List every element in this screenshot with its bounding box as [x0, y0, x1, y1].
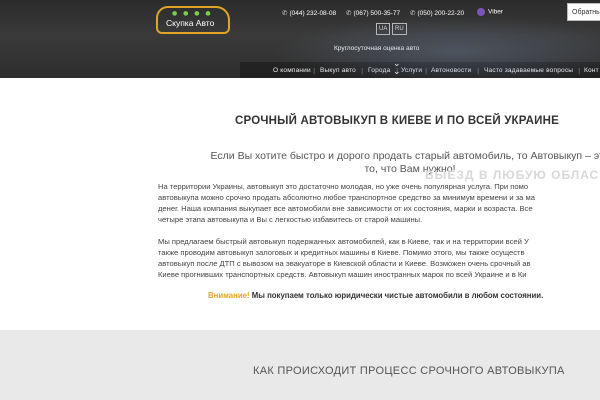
- attention-label: Внимание!: [208, 291, 250, 300]
- phone-vodafone-link[interactable]: ✆ (067) 500-35-77: [346, 9, 400, 17]
- phone-icon: ✆: [410, 10, 416, 17]
- nav-services[interactable]: Услуги: [401, 67, 422, 74]
- logo-stars-icon: ● ● ● ●: [172, 10, 213, 17]
- nav-contacts[interactable]: Конт: [584, 67, 599, 74]
- nav-about[interactable]: О компании: [273, 67, 311, 74]
- watermark-text: ВЫЕЗД В ЛЮБУЮ ОБЛАС: [425, 168, 600, 182]
- nav-separator: |: [477, 67, 480, 75]
- nav-buyout[interactable]: Выкуп авто: [320, 67, 356, 74]
- attention-text: Мы покупаем только юридически чистые авт…: [249, 291, 544, 300]
- lang-ua-button[interactable]: UA: [376, 23, 391, 35]
- page-title: СРОЧНЫЙ АВТОВЫКУП В КИЕВЕ И ПО ВСЕЙ УКРА…: [235, 115, 559, 127]
- viber-icon: [477, 8, 485, 16]
- viber-link[interactable]: Viber: [477, 8, 503, 16]
- phone-lifecell-link[interactable]: ✆ (050) 200-22-20: [410, 9, 464, 17]
- nav-faq[interactable]: Часто задаваемые вопросы: [484, 67, 573, 74]
- attention-note: Внимание! Мы покупаем только юридически …: [208, 291, 543, 300]
- intro-paragraph: На территории Украины, автовыкуп это дос…: [158, 182, 535, 224]
- lang-ru-button[interactable]: RU: [392, 23, 407, 35]
- nav-separator: |: [313, 67, 316, 75]
- process-section-title: КАК ПРОИСХОДИТ ПРОЦЕСС СРОЧНОГО АВТОВЫКУ…: [253, 365, 565, 377]
- header-tagline: Круглосуточная оценка авто: [334, 45, 420, 52]
- nav-separator: |: [361, 67, 364, 75]
- site-header: ● ● ● ● Скупка Авто ✆ (044) 232-08-08 ✆ (0…: [0, 0, 600, 78]
- scroll-down-chevron-icon[interactable]: ⌄ ⌄: [393, 60, 401, 77]
- phone-icon: ✆: [346, 10, 352, 17]
- nav-separator: |: [396, 67, 399, 75]
- phone-icon: ✆: [282, 10, 288, 17]
- logo-text: Скупка Авто: [166, 18, 215, 28]
- main-nav: О компании | Выкуп авто | Города | Услуг…: [240, 62, 600, 78]
- offer-paragraph: Мы предлагаем быстрый автовыкуп подержан…: [158, 237, 531, 279]
- logo[interactable]: ● ● ● ● Скупка Авто: [156, 6, 230, 34]
- nav-separator: |: [425, 67, 428, 75]
- nav-separator: |: [578, 67, 581, 75]
- callback-button[interactable]: Обратны: [567, 3, 600, 21]
- nav-autonews[interactable]: Автоновости: [431, 67, 471, 74]
- nav-cities[interactable]: Города: [368, 67, 390, 74]
- phone-kyivstar-link[interactable]: ✆ (044) 232-08-08: [282, 9, 336, 17]
